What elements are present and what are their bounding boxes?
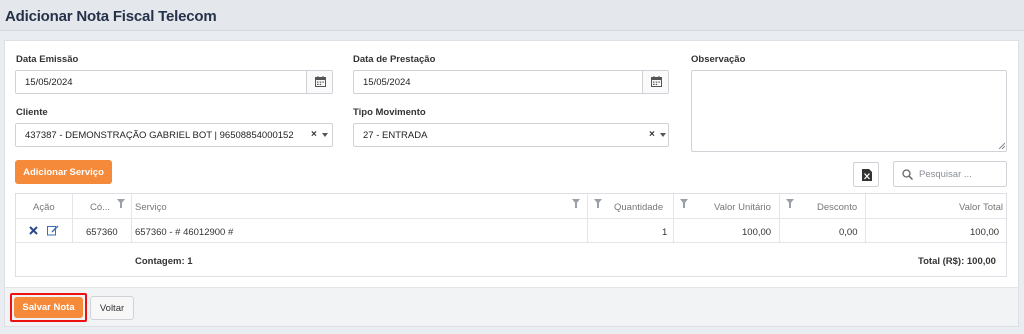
data-emissao-calendar-button[interactable] — [306, 71, 332, 93]
calendar-icon — [315, 76, 326, 87]
data-prestacao-field[interactable]: 15/05/2024 — [353, 70, 669, 94]
column-header-valor-total[interactable]: Valor Total — [959, 202, 1003, 213]
data-emissao-value: 15/05/2024 — [25, 77, 73, 88]
search-input[interactable]: Pesquisar ... — [893, 161, 1007, 187]
column-divider — [779, 194, 780, 243]
excel-icon — [862, 169, 872, 181]
column-divider — [587, 194, 588, 243]
cliente-select[interactable]: 437387 - DEMONSTRAÇÃO GABRIEL BOT | 9650… — [15, 123, 333, 147]
data-prestacao-calendar-button[interactable] — [642, 71, 668, 93]
cliente-value: 437387 - DEMONSTRAÇÃO GABRIEL BOT | 9650… — [25, 130, 294, 141]
save-button-highlight: Salvar Nota — [10, 293, 87, 322]
filter-icon[interactable] — [572, 199, 580, 208]
row-codigo: 657360 — [86, 227, 118, 238]
form-footer — [4, 287, 1019, 327]
filter-icon[interactable] — [117, 199, 125, 208]
services-grid: Ação Có... Serviço Quantidade Valor Unit… — [15, 193, 1007, 277]
edit-icon[interactable] — [47, 224, 59, 236]
cliente-clear-icon[interactable]: × — [311, 129, 317, 140]
resize-grip-icon[interactable] — [998, 142, 1005, 149]
filter-icon[interactable] — [680, 199, 688, 208]
data-prestacao-value: 15/05/2024 — [363, 77, 411, 88]
observacao-textarea[interactable] — [691, 70, 1007, 152]
add-service-button[interactable]: Adicionar Serviço — [15, 160, 112, 184]
data-emissao-field[interactable]: 15/05/2024 — [15, 70, 333, 94]
page-title: Adicionar Nota Fiscal Telecom — [5, 8, 217, 25]
filter-icon[interactable] — [594, 199, 602, 208]
row-desconto: 0,00 — [839, 227, 858, 238]
row-valor-unitario: 100,00 — [742, 227, 772, 238]
row-servico: 657360 - # 46012900 # — [135, 227, 234, 238]
chevron-down-icon[interactable] — [322, 133, 328, 137]
data-emissao-label: Data Emissão — [16, 54, 79, 65]
column-divider — [865, 194, 866, 243]
row-valor-total: 100,00 — [970, 227, 1000, 238]
column-header-quantidade[interactable]: Quantidade — [614, 202, 663, 213]
column-header-servico[interactable]: Serviço — [135, 202, 167, 213]
delete-icon[interactable] — [29, 226, 38, 235]
cliente-label: Cliente — [16, 107, 48, 118]
page-header: Adicionar Nota Fiscal Telecom — [0, 0, 1024, 31]
tipo-movimento-value: 27 - ENTRADA — [363, 130, 428, 141]
filter-icon[interactable] — [786, 199, 794, 208]
column-header-valor-unitario[interactable]: Valor Unitário — [714, 202, 771, 213]
search-placeholder: Pesquisar ... — [919, 169, 972, 180]
column-header-codigo[interactable]: Có... — [90, 202, 110, 213]
tipo-movimento-select[interactable]: 27 - ENTRADA × — [353, 123, 669, 147]
row-divider — [16, 242, 1006, 243]
save-button[interactable]: Salvar Nota — [14, 297, 83, 318]
column-header-acao[interactable]: Ação — [33, 202, 55, 213]
column-divider — [131, 194, 132, 243]
header-divider — [16, 218, 1006, 219]
grid-count-summary: Contagem: 1 — [135, 256, 193, 267]
grid-total-summary: Total (R$): 100,00 — [918, 256, 996, 267]
chevron-down-icon[interactable] — [660, 133, 666, 137]
column-header-desconto[interactable]: Desconto — [817, 202, 857, 213]
back-button[interactable]: Voltar — [90, 296, 134, 320]
form-card: Data Emissão 15/05/2024 Data de Prestaçã… — [4, 40, 1019, 287]
observacao-label: Observação — [691, 54, 746, 65]
tipo-movimento-clear-icon[interactable]: × — [649, 129, 655, 140]
search-icon — [902, 169, 913, 180]
export-excel-button[interactable] — [853, 162, 879, 187]
row-quantidade: 1 — [662, 227, 668, 238]
column-divider — [673, 194, 674, 243]
data-prestacao-label: Data de Prestação — [353, 54, 436, 65]
column-divider — [72, 194, 73, 243]
calendar-icon — [651, 76, 662, 87]
tipo-movimento-label: Tipo Movimento — [353, 107, 426, 118]
